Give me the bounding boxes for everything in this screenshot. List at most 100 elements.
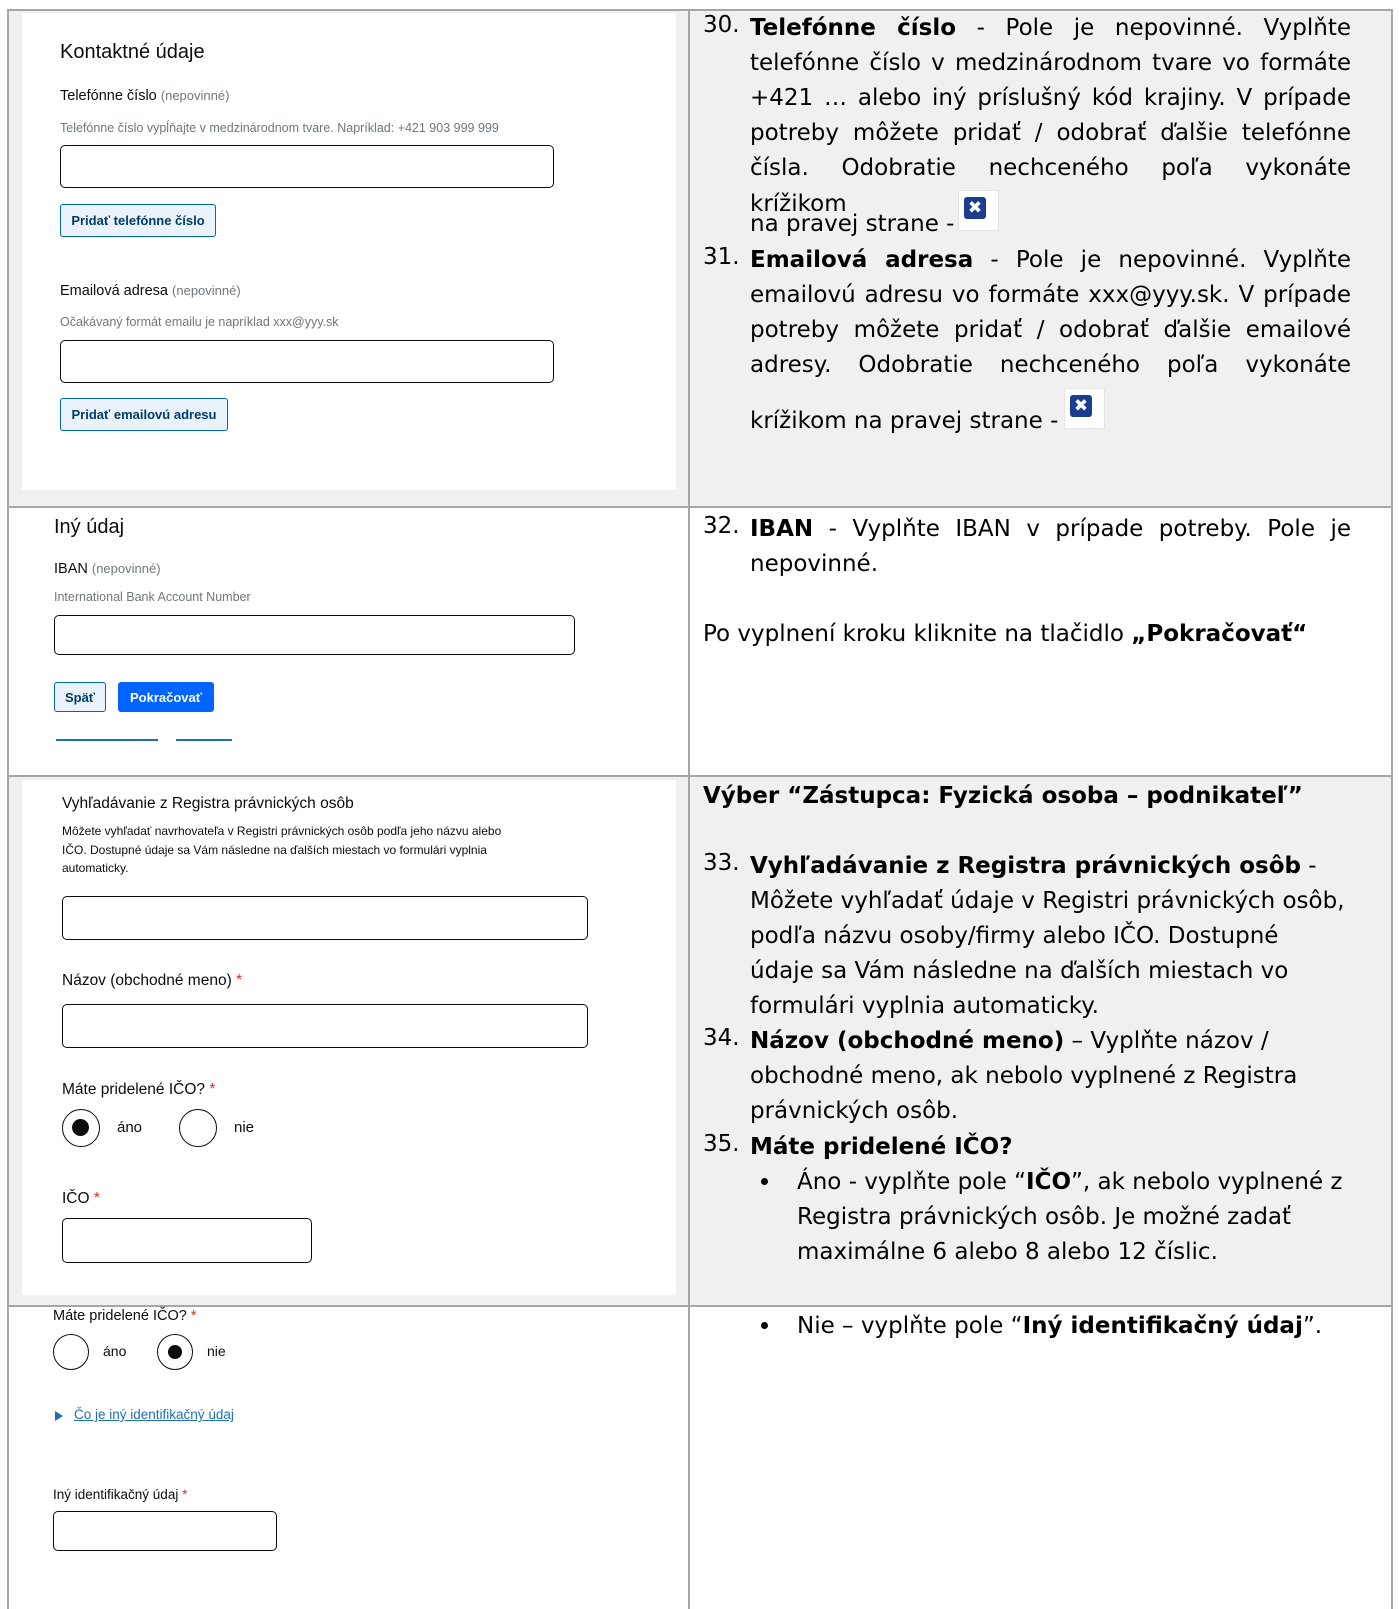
- other-id-label-text: Iný identifikačný údaj: [53, 1487, 179, 1502]
- ico-yes-radio[interactable]: [62, 1109, 100, 1147]
- email-input[interactable]: [60, 340, 554, 383]
- item-31-line-4: adresy. Odobratie nechceného poľa vykoná…: [750, 352, 1351, 378]
- item-34-line-2: obchodné meno, ak nebolo vyplnené z Regi…: [750, 1063, 1298, 1089]
- item-35-bullet-1-line-2: Registra právnických osôb. Je možné zada…: [797, 1204, 1292, 1230]
- item-31-line-1: Emailová adresa - Pole je nepovinné. Vyp…: [750, 242, 1351, 278]
- item-30-title: Telefónne číslo: [750, 15, 957, 41]
- bullet-dot: [761, 1322, 768, 1329]
- ico-no-radio[interactable]: [179, 1109, 217, 1147]
- iban-label: IBAN (nepovinné): [54, 561, 161, 577]
- item-33-line-5: formulári vyplnia automaticky.: [750, 993, 1099, 1019]
- ico-question-text: Máte pridelené IČO?: [62, 1081, 206, 1098]
- item-31-line-1-rest: - Pole je nepovinné. Vyplňte: [990, 247, 1351, 273]
- item-31-line-3: potreby môžete pridať / odobrať ďalšie e…: [750, 317, 1351, 343]
- registry-search-input[interactable]: [62, 896, 588, 940]
- item-31-number: 31.: [703, 244, 740, 270]
- ico-label: IČO *: [62, 1190, 100, 1208]
- company-name-label-text: Názov (obchodné meno): [62, 972, 232, 989]
- table-border-left: [7, 9, 9, 1609]
- required-asterisk: *: [190, 1308, 197, 1324]
- add-phone-button[interactable]: Pridať telefónne číslo: [60, 204, 216, 237]
- back-button[interactable]: Späť: [54, 682, 106, 712]
- item-35-bullet-1-post: ”, ak nebolo vyplnené z: [1071, 1169, 1343, 1195]
- iban-input[interactable]: [54, 615, 575, 655]
- required-asterisk: *: [209, 1081, 216, 1098]
- ico-no-radio-2[interactable]: [157, 1334, 193, 1370]
- item-32-line-1: IBAN - Vyplňte IBAN v prípade potreby. P…: [750, 511, 1351, 547]
- phone-label: Telefónne číslo (nepovinné): [60, 88, 229, 104]
- item-32-title: IBAN: [750, 516, 814, 542]
- item-34-line-1-rest: – Vyplňte názov /: [1064, 1028, 1269, 1054]
- item-35-bullet-2-pre: Nie – vyplňte pole “: [797, 1313, 1023, 1339]
- underline-decoration-2: [176, 739, 232, 741]
- ico-question-text-2: Máte pridelené IČO?: [53, 1308, 187, 1324]
- item-30-number: 30.: [703, 12, 740, 38]
- item-35-bullet-1-line-3: maximálne 6 alebo 8 alebo 12 číslic.: [797, 1239, 1218, 1265]
- table-border-row1: [8, 506, 1391, 508]
- item-34-title: Názov (obchodné meno): [750, 1028, 1065, 1054]
- ico-yes-label-2[interactable]: áno: [103, 1343, 126, 1359]
- continue-instruction: Po vyplnení kroku kliknite na tlačidlo „…: [703, 616, 1307, 652]
- registry-search-title: Vyhľadávanie z Registra právnických osôb: [62, 795, 354, 812]
- item-34-number: 34.: [703, 1025, 740, 1051]
- iban-hint: International Bank Account Number: [54, 590, 251, 604]
- table-border-row3: [8, 1305, 1391, 1307]
- item-33-line-1: Vyhľadávanie z Registra právnických osôb…: [750, 848, 1317, 884]
- item-30-line-3: +421 … alebo iný príslušný kód krajiny. …: [750, 85, 1351, 111]
- iban-optional: (nepovinné): [91, 561, 161, 576]
- other-data-title: Iný údaj: [54, 516, 125, 538]
- registry-search-desc-2: IČO. Dostupné údaje sa Vám následne na ď…: [62, 843, 487, 857]
- item-34-line-3: právnických osôb.: [750, 1098, 959, 1124]
- add-email-button[interactable]: Pridať emailovú adresu: [60, 398, 228, 431]
- item-35-bullet-1-bold: IČO: [1026, 1169, 1072, 1195]
- continue-button[interactable]: Pokračovať: [118, 682, 214, 712]
- item-35-bullet-1-pre: Áno - vyplňte pole “: [797, 1169, 1027, 1195]
- other-id-label: Iný identifikačný údaj *: [53, 1487, 187, 1502]
- registry-search-desc-1: Môžete vyhľadať navrhovateľa v Registri …: [62, 824, 502, 838]
- item-33-title-suffix: -: [1300, 853, 1317, 879]
- ico-yes-radio-2[interactable]: [53, 1334, 89, 1370]
- item-31-line-5: krížikom na pravej strane -: [750, 408, 1059, 434]
- continue-instruction-prefix: Po vyplnení kroku kliknite na tlačidlo: [703, 621, 1132, 647]
- email-label: Emailová adresa (nepovinné): [60, 283, 241, 299]
- item-35-bullet-2-bold: Iný identifikačný údaj: [1022, 1313, 1303, 1339]
- item-35-bullet-1-line-1: Áno - vyplňte pole “IČO”, ak nebolo vypl…: [797, 1164, 1343, 1200]
- registry-search-desc-3: automaticky.: [62, 861, 129, 875]
- other-id-input[interactable]: [53, 1511, 277, 1551]
- phone-label-text: Telefónne číslo: [60, 88, 157, 104]
- ico-yes-label[interactable]: áno: [117, 1119, 142, 1136]
- item-35-bullet-2-post: ”.: [1302, 1313, 1323, 1339]
- phone-input[interactable]: [60, 145, 554, 188]
- item-30-line-1-rest: - Pole je nepovinné. Vyplňte: [976, 15, 1351, 41]
- table-border-middle: [688, 9, 690, 1609]
- item-30-line-2: telefónne číslo v medzinárodnom tvare vo…: [750, 50, 1351, 76]
- ico-input[interactable]: [62, 1218, 312, 1263]
- required-asterisk: *: [93, 1190, 100, 1207]
- item-30-line-1: Telefónne číslo - Pole je nepovinné. Vyp…: [750, 10, 1351, 46]
- radio-selected-dot: [168, 1345, 182, 1359]
- bullet-dot: [761, 1178, 768, 1185]
- disclosure-triangle-icon[interactable]: [55, 1411, 63, 1421]
- phone-hint: Telefónne číslo vypĺňajte v medzinárodno…: [60, 121, 499, 135]
- company-name-label: Názov (obchodné meno) *: [62, 972, 242, 990]
- ico-no-label[interactable]: nie: [234, 1119, 254, 1136]
- close-icon: ✖: [964, 197, 986, 219]
- company-name-input[interactable]: [62, 1004, 588, 1048]
- item-33-line-2: Môžete vyhľadať údaje v Registri právnic…: [750, 888, 1345, 914]
- item-34-line-1: Názov (obchodné meno) – Vyplňte názov /: [750, 1023, 1269, 1059]
- item-31-title: Emailová adresa: [750, 247, 974, 273]
- required-asterisk: *: [236, 972, 243, 989]
- required-asterisk: *: [182, 1487, 188, 1502]
- phone-optional: (nepovinné): [160, 88, 230, 103]
- continue-instruction-button-name: „Pokračovať“: [1131, 621, 1308, 647]
- other-id-info-link[interactable]: Čo je iný identifikačný údaj: [74, 1407, 234, 1422]
- close-icon: ✖: [1070, 395, 1092, 417]
- contact-section-title: Kontaktné údaje: [60, 41, 205, 63]
- item-30-line-6: na pravej strane -: [750, 211, 955, 237]
- item-33-title: Vyhľadávanie z Registra právnických osôb: [750, 853, 1301, 879]
- email-hint: Očakávaný formát emailu je napríklad xxx…: [60, 315, 339, 329]
- radio-selected-dot: [72, 1119, 89, 1136]
- item-30-line-4: potreby môžete pridať / odobrať ďalšie t…: [750, 120, 1351, 146]
- ico-no-label-2[interactable]: nie: [207, 1343, 226, 1359]
- item-32-line-2: nepovinné.: [750, 551, 879, 577]
